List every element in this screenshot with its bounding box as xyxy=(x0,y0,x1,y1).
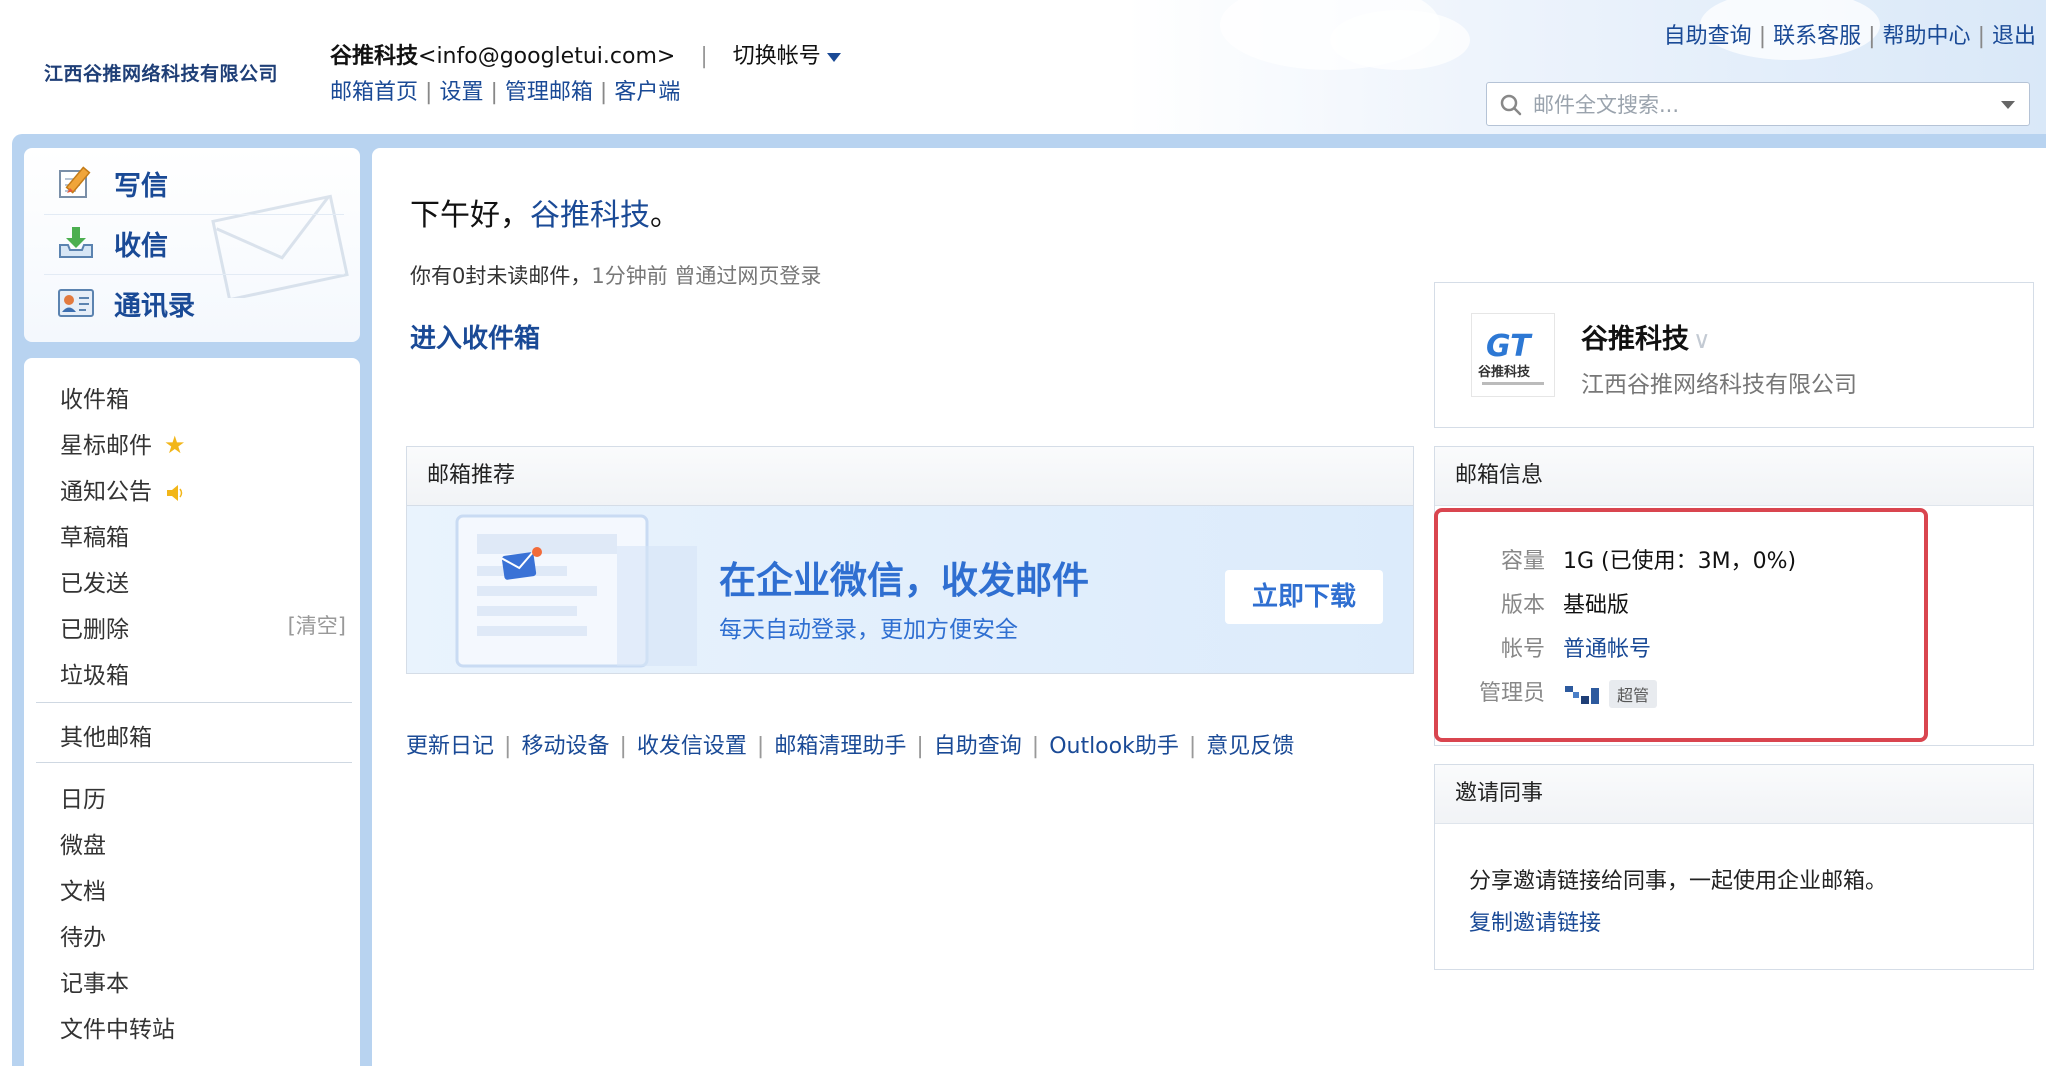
last-login-text: 1分钟前 曾通过网页登录 xyxy=(591,264,822,288)
search-dropdown-icon[interactable] xyxy=(2001,101,2015,109)
company-logo-text: 谷推科技 xyxy=(1478,364,1531,380)
compose-icon xyxy=(59,166,91,198)
envelope-decoration-icon xyxy=(211,194,349,298)
footer-links: 更新日记 | 移动设备 | 收发信设置 | 邮箱清理助手 | 自助查询 | Outlook助手 | 意见… xyxy=(406,734,1295,759)
greeting-prefix: 下午好， xyxy=(410,198,530,233)
greeting: 下午好，谷推科技。 xyxy=(410,190,680,234)
cloud-decoration xyxy=(1330,10,1470,70)
compose-button[interactable]: 写信 xyxy=(56,158,168,208)
user-name: 谷推科技 xyxy=(330,44,419,69)
folder-starred[interactable]: 星标邮件 ★ xyxy=(60,426,186,460)
recommend-title: 在企业微信，收发邮件 xyxy=(719,559,1089,602)
greeting-suffix: 。 xyxy=(650,198,680,233)
monitor-illustration-icon xyxy=(455,514,697,668)
svg-text:GT: GT xyxy=(1486,329,1533,364)
contacts-label: 通讯录 xyxy=(114,290,195,322)
star-icon: ★ xyxy=(164,431,186,459)
top-right-links: 自助查询 | 联系客服 | 帮助中心 | 退出 xyxy=(1663,24,2036,49)
contact-support-link[interactable]: 联系客服 xyxy=(1773,24,1861,49)
folder-inbox[interactable]: 收件箱 xyxy=(60,380,129,414)
search-icon xyxy=(1500,94,1522,116)
invite-card: 邀请同事 分享邀请链接给同事，一起使用企业邮箱。 复制邀请链接 xyxy=(1434,764,2034,970)
app-todo[interactable]: 待办 xyxy=(60,918,106,952)
unread-count-text: 你有0封未读邮件， xyxy=(410,264,592,288)
logout-link[interactable]: 退出 xyxy=(1992,24,2036,49)
link-mobile-devices[interactable]: 移动设备 xyxy=(521,734,609,759)
app-calendar[interactable]: 日历 xyxy=(60,780,106,814)
nav-manage-mailbox[interactable]: 管理邮箱 xyxy=(505,80,593,105)
link-send-receive-settings[interactable]: 收发信设置 xyxy=(637,734,747,759)
folder-announcements[interactable]: 通知公告 xyxy=(60,472,184,506)
folder-sent[interactable]: 已发送 xyxy=(60,564,129,598)
greeting-name: 谷推科技 xyxy=(530,198,650,233)
recommend-header: 邮箱推荐 xyxy=(407,447,1413,506)
self-service-link[interactable]: 自助查询 xyxy=(1664,24,1752,49)
user-line: 谷推科技<info@googletui.com> | 切换帐号 xyxy=(330,38,841,70)
contacts-card-icon xyxy=(58,289,94,317)
highlight-annotation xyxy=(1434,508,1928,742)
company-card: GT 谷推科技 谷推科技 ∨ 江西谷推网络科技有限公司 xyxy=(1434,282,2034,428)
app-drive[interactable]: 微盘 xyxy=(60,826,106,860)
nav-client[interactable]: 客户端 xyxy=(614,80,680,105)
divider xyxy=(36,762,352,763)
recommend-subtitle: 每天自动登录，更加方便安全 xyxy=(719,617,1018,643)
folder-starred-label: 星标邮件 xyxy=(60,433,152,459)
caret-down-icon xyxy=(826,52,841,62)
link-changelog[interactable]: 更新日记 xyxy=(406,734,494,759)
speaker-icon xyxy=(167,484,183,501)
mailbox-info-header: 邮箱信息 xyxy=(1435,447,2033,506)
enter-inbox-link[interactable]: 进入收件箱 xyxy=(410,318,540,355)
search-box[interactable] xyxy=(1486,82,2030,126)
quick-actions: 写信 收信 通讯录 xyxy=(24,148,360,342)
folder-list: 收件箱 星标邮件 ★ 通知公告 草稿箱 已发送 已删除 [清空] 垃圾箱 其他邮箱… xyxy=(24,358,360,1078)
unread-status: 你有0封未读邮件，1分钟前 曾通过网页登录 xyxy=(410,260,821,290)
org-logo[interactable]: 江西谷推网络科技有限公司 xyxy=(44,59,278,86)
company-name: 谷推科技 ∨ xyxy=(1581,317,1711,356)
recommend-banner[interactable]: 在企业微信，收发邮件 每天自动登录，更加方便安全 立即下载 xyxy=(407,506,1413,673)
copy-invite-link[interactable]: 复制邀请链接 xyxy=(1469,905,1601,937)
recommend-card: 邮箱推荐 在企业微信，收发邮件 每天自动登录，更加方便安全 立即下载 xyxy=(406,446,1414,674)
nav-mail-home[interactable]: 邮箱首页 xyxy=(330,80,418,105)
company-name-label: 谷推科技 xyxy=(1581,324,1689,355)
inbox-download-icon xyxy=(59,227,93,258)
company-full-name: 江西谷推网络科技有限公司 xyxy=(1581,372,1857,398)
folder-deleted[interactable]: 已删除 xyxy=(60,610,129,644)
nav-settings[interactable]: 设置 xyxy=(439,80,483,105)
switch-account-label: 切换帐号 xyxy=(732,44,821,69)
link-self-service[interactable]: 自助查询 xyxy=(934,734,1022,759)
help-center-link[interactable]: 帮助中心 xyxy=(1883,24,1971,49)
invite-description: 分享邀请链接给同事，一起使用企业邮箱。 xyxy=(1469,869,1888,894)
clear-deleted-link[interactable]: [清空] xyxy=(288,610,346,640)
receive-button[interactable]: 收信 xyxy=(56,218,168,268)
divider xyxy=(36,702,352,703)
download-now-button[interactable]: 立即下载 xyxy=(1225,570,1383,624)
link-outlook-assistant[interactable]: Outlook助手 xyxy=(1049,734,1179,759)
compose-label: 写信 xyxy=(114,170,168,202)
app-file-transfer[interactable]: 文件中转站 xyxy=(60,1010,175,1044)
invite-header: 邀请同事 xyxy=(1435,765,2033,824)
link-cleanup-assistant[interactable]: 邮箱清理助手 xyxy=(774,734,906,759)
header-nav: 邮箱首页 | 设置 | 管理邮箱 | 客户端 xyxy=(330,80,681,105)
app-docs[interactable]: 文档 xyxy=(60,872,106,906)
top-header: 江西谷推网络科技有限公司 谷推科技<info@googletui.com> | … xyxy=(0,0,2046,146)
user-email: <info@googletui.com> xyxy=(418,44,676,69)
separator: | xyxy=(700,44,708,69)
link-feedback[interactable]: 意见反馈 xyxy=(1206,734,1294,759)
verified-icon: ∨ xyxy=(1693,326,1711,354)
receive-label: 收信 xyxy=(114,230,168,262)
app-notes[interactable]: 记事本 xyxy=(60,964,129,998)
folder-other-mailboxes[interactable]: 其他邮箱 xyxy=(60,718,152,752)
folder-drafts[interactable]: 草稿箱 xyxy=(60,518,129,552)
search-input[interactable] xyxy=(1531,89,1975,121)
switch-account-link[interactable]: 切换帐号 xyxy=(733,44,841,69)
company-logo: GT 谷推科技 xyxy=(1471,313,1555,397)
folder-announcements-label: 通知公告 xyxy=(60,479,152,505)
folder-spam[interactable]: 垃圾箱 xyxy=(60,656,129,690)
contacts-button[interactable]: 通讯录 xyxy=(56,278,195,328)
